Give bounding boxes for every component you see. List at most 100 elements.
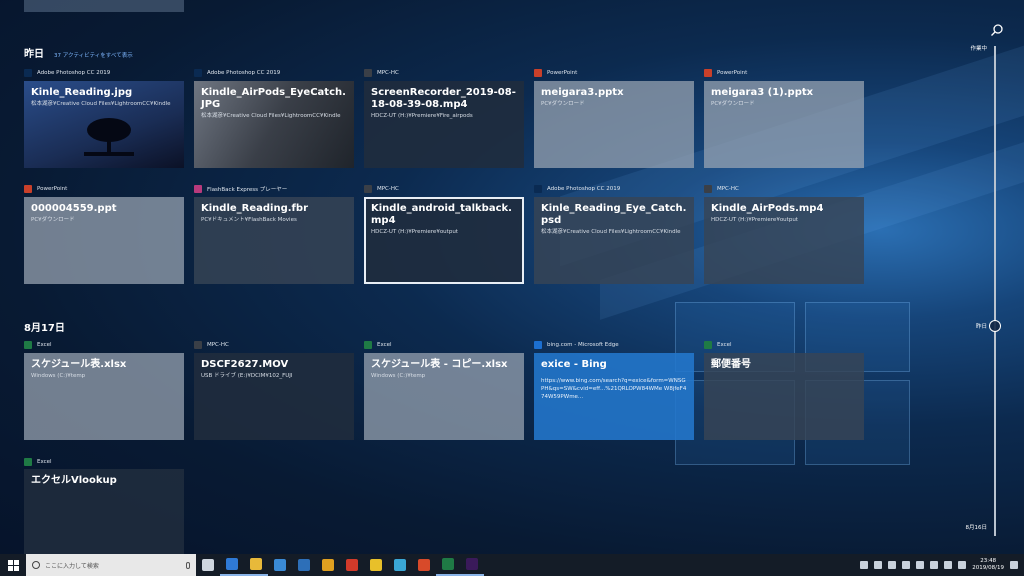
clock[interactable]: 23:48 2019/08/19 [972, 558, 1004, 572]
activity-path: 松本湖彦¥Creative Cloud Files¥LightroomCC¥Ki… [201, 113, 341, 119]
activity-title: 000004559.ppt [31, 203, 117, 214]
taskbar-task-view-button[interactable] [196, 554, 220, 576]
activity-card[interactable]: スケジュール表.xlsx Windows (C:)¥temp [24, 353, 184, 440]
taskbar-pdf-button[interactable] [340, 554, 364, 576]
app-icon [534, 69, 542, 77]
activity-card[interactable]: スケジュール表 - コピー.xlsx Windows (C:)¥temp [364, 353, 524, 440]
microphone-icon[interactable] [186, 561, 190, 569]
cloud-icon[interactable] [888, 561, 897, 569]
app-icon [704, 69, 712, 77]
activity-title: Kindle_AirPods_EyeCatch.JPG [201, 87, 346, 110]
app-label: FlashBack Express プレーヤー [194, 184, 287, 194]
app-name: MPC-HC [717, 186, 739, 192]
activity-title: ScreenRecorder_2019-08-18-08-39-08.mp4 [371, 87, 516, 110]
app-label: Adobe Photoshop CC 2019 [194, 68, 280, 78]
taskbar-search-box[interactable]: ここに入力して検索 [26, 554, 196, 576]
app-icon [364, 69, 372, 77]
activity-card[interactable]: Kinle_Reading.jpg 松本湖彦¥Creative Cloud Fil… [24, 81, 184, 168]
activity-title: エクセルVlookup [31, 475, 117, 486]
app-icon [24, 341, 32, 349]
taskbar-store-button[interactable] [268, 554, 292, 576]
app-label: Adobe Photoshop CC 2019 [24, 68, 110, 78]
start-button[interactable] [0, 554, 26, 576]
timeline-handle[interactable] [989, 320, 1001, 332]
activity-card[interactable]: Kinle_Reading_Eye_Catch.psd 松本湖彦¥Creative… [534, 197, 694, 284]
activity-card[interactable]: DSCF2627.MOV USB ドライブ (E:)¥DCIM¥102_FUJI [194, 353, 354, 440]
app-label: MPC-HC [194, 340, 229, 350]
activity-path: PC¥ダウンロード [711, 101, 755, 107]
timeline-scrollbar[interactable] [994, 46, 996, 536]
activity-card[interactable]: Kindle_AirPods_EyeCatch.JPG 松本湖彦¥Creative… [194, 81, 354, 168]
activity-card[interactable]: 郵便番号 [704, 353, 864, 440]
activity-title: Kindle_android_talkback.mp4 [371, 203, 512, 226]
timeline-label-now[interactable]: 作業中 [955, 44, 987, 52]
timeline-label-yesterday[interactable]: 昨日 [955, 322, 987, 330]
app-label: Adobe Photoshop CC 2019 [534, 184, 620, 194]
photos-icon [298, 559, 310, 571]
previous-activity-card[interactable] [24, 0, 184, 12]
app-icon [534, 341, 542, 349]
cortana-icon [32, 561, 40, 569]
activity-title: Kinle_Reading.jpg [31, 87, 133, 98]
app-name: PowerPoint [37, 186, 68, 192]
pdf-icon [346, 559, 358, 571]
taskbar: ここに入力して検索 23:48 2019/08/19 [0, 554, 1024, 576]
edge-icon [226, 558, 238, 570]
see-all-activities-link[interactable]: 37 アクティビティをすべて表示 [54, 51, 133, 59]
timeline-label-aug16[interactable]: 8月16日 [945, 523, 988, 531]
taskbar-premiere-button[interactable] [460, 554, 484, 576]
system-tray: 23:48 2019/08/19 [860, 554, 1024, 576]
taskbar-ie-button[interactable] [388, 554, 412, 576]
activity-card[interactable]: meigara3 (1).pptx PC¥ダウンロード [704, 81, 864, 168]
people-icon[interactable] [860, 561, 869, 569]
taskbar-record-button[interactable] [412, 554, 436, 576]
app-label: Excel [364, 340, 392, 350]
app-icon [364, 341, 372, 349]
dropbox-icon[interactable] [930, 561, 939, 569]
activity-card[interactable]: ScreenRecorder_2019-08-18-08-39-08.mp4 HD… [364, 81, 524, 168]
record-icon [418, 559, 430, 571]
app-label: Excel [704, 340, 732, 350]
section-title: 8月17日 [24, 323, 65, 334]
activity-url: https://www.bing.com/search?q=exice&form… [541, 378, 687, 400]
app-icon [364, 185, 372, 193]
volume-icon[interactable] [944, 561, 953, 569]
taskbar-excel-button[interactable] [436, 554, 460, 576]
app-label: MPC-HC [704, 184, 739, 194]
taskbar-photos-button[interactable] [292, 554, 316, 576]
clock-time: 23:48 [980, 558, 997, 564]
activity-card[interactable]: exice - Bing https://www.bing.com/search?… [534, 353, 694, 440]
activity-path: PC¥ダウンロード [31, 217, 75, 223]
activity-card[interactable]: Kindle_AirPods.mp4 HDCZ-UT (H:)¥Premiere¥… [704, 197, 864, 284]
onedrive-icon[interactable] [902, 561, 911, 569]
app-icon [24, 185, 32, 193]
activity-card[interactable]: Kindle_Reading.fbr PC¥ドキュメント¥FlashBack Mo… [194, 197, 354, 284]
taskbar-winamp-button[interactable] [316, 554, 340, 576]
activity-title: Kinle_Reading_Eye_Catch.psd [541, 203, 687, 226]
activity-title: スケジュール表.xlsx [31, 359, 127, 370]
taskbar-explorer-button[interactable] [244, 554, 268, 576]
network-icon[interactable] [916, 561, 925, 569]
app-name: Excel [37, 342, 52, 348]
activity-title: meigara3 (1).pptx [711, 87, 814, 98]
activity-card[interactable]: meigara3.pptx PC¥ダウンロード [534, 81, 694, 168]
activity-card[interactable]: Kindle_android_talkback.mp4 HDCZ-UT (H:)¥… [364, 197, 524, 284]
tree-silhouette-image [84, 118, 134, 156]
ime-icon[interactable] [958, 561, 967, 569]
activity-path: Windows (C:)¥temp [371, 373, 426, 379]
chevron-up-icon[interactable] [874, 561, 883, 569]
activity-card[interactable]: 000004559.ppt PC¥ダウンロード [24, 197, 184, 284]
app-label: MPC-HC [364, 184, 399, 194]
notification-icon[interactable] [1010, 561, 1018, 569]
app-label: Excel [24, 340, 52, 350]
task-view-icon [202, 559, 214, 571]
taskbar-edge-button[interactable] [220, 554, 244, 576]
activity-card[interactable]: エクセルVlookup [24, 469, 184, 556]
app-icon [194, 185, 202, 193]
search-icon[interactable] [990, 23, 1004, 37]
activity-path: HDCZ-UT (H:)¥Premiere¥output [711, 217, 798, 223]
taskbar-chrome-button[interactable] [364, 554, 388, 576]
app-name: Excel [717, 342, 732, 348]
app-icon [24, 458, 32, 466]
app-icon [704, 185, 712, 193]
